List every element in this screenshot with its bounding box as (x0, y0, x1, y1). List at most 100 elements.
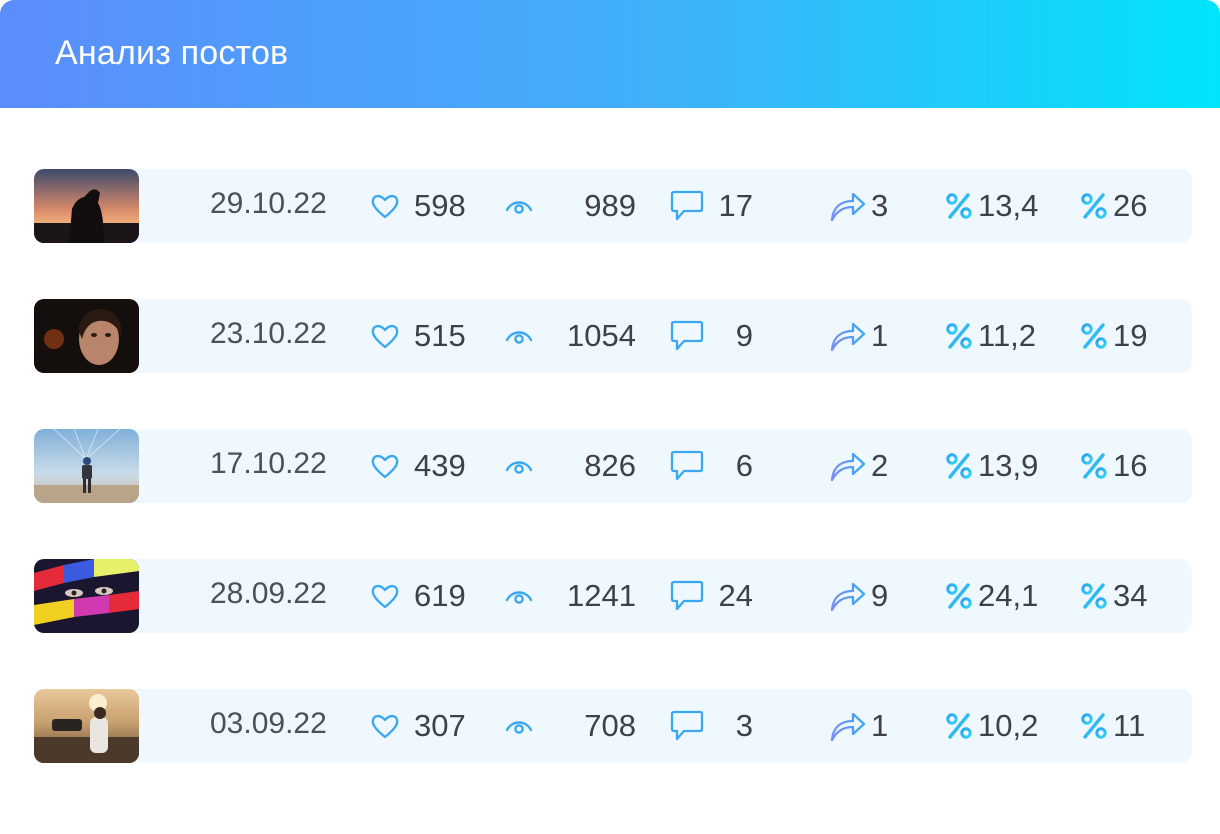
percent-icon (944, 711, 974, 741)
post-row[interactable]: 23.10.22 515 1054 9 1 11,2 19 (34, 299, 1192, 373)
shares-stat: 3 (829, 169, 888, 243)
post-row[interactable]: 17.10.22 439 826 6 2 13,9 16 (34, 429, 1192, 503)
heart-icon (370, 712, 400, 740)
likes-count: 439 (414, 448, 466, 483)
comment-icon (669, 579, 705, 613)
percent-icon (1079, 711, 1109, 741)
views-count: 1054 (567, 318, 636, 353)
views-count: 826 (584, 448, 636, 483)
comments-stat: 17 (669, 169, 759, 243)
eye-icon (504, 326, 536, 346)
comments-stat: 9 (669, 299, 759, 373)
comments-count: 24 (718, 578, 753, 613)
er-stat: 13,9 (944, 429, 1038, 503)
post-date: 17.10.22 (210, 447, 327, 480)
percent-icon (944, 191, 974, 221)
comments-count: 17 (718, 188, 753, 223)
shares-stat: 2 (829, 429, 888, 503)
views-count: 708 (584, 708, 636, 743)
posts-list: 29.10.22 598 989 17 3 13,4 26 23.10.22 51… (34, 169, 1192, 819)
likes-count: 619 (414, 578, 466, 613)
post-thumbnail[interactable] (34, 169, 139, 243)
er-stat: 11,2 (944, 299, 1036, 373)
likes-stat: 598 (370, 169, 466, 243)
err-value: 26 (1113, 188, 1148, 223)
views-stat: 989 (504, 169, 644, 243)
post-row[interactable]: 29.10.22 598 989 17 3 13,4 26 (34, 169, 1192, 243)
likes-stat: 619 (370, 559, 466, 633)
views-stat: 826 (504, 429, 644, 503)
err-value: 19 (1113, 318, 1148, 353)
err-stat: 16 (1079, 429, 1147, 503)
percent-icon (944, 581, 974, 611)
views-count: 989 (584, 188, 636, 223)
er-value: 10,2 (978, 708, 1039, 743)
percent-icon (944, 321, 974, 351)
share-icon (829, 189, 867, 223)
comments-count: 6 (735, 448, 753, 483)
eye-icon (504, 586, 536, 606)
views-stat: 1241 (504, 559, 644, 633)
likes-count: 598 (414, 188, 466, 223)
eye-icon (504, 196, 536, 216)
er-stat: 24,1 (944, 559, 1038, 633)
err-stat: 26 (1079, 169, 1147, 243)
views-count: 1241 (567, 578, 636, 613)
eye-icon (504, 716, 536, 736)
er-value: 11,2 (978, 318, 1037, 353)
er-value: 13,4 (978, 188, 1039, 223)
likes-count: 515 (414, 318, 466, 353)
header-bar: Анализ постов (0, 0, 1220, 108)
err-value: 34 (1113, 578, 1148, 613)
er-value: 13,9 (978, 448, 1039, 483)
shares-count: 1 (871, 708, 889, 743)
comments-stat: 3 (669, 689, 759, 763)
post-date: 23.10.22 (210, 317, 327, 350)
err-stat: 34 (1079, 559, 1147, 633)
shares-stat: 1 (829, 689, 888, 763)
views-stat: 1054 (504, 299, 644, 373)
comment-icon (669, 449, 705, 483)
heart-icon (370, 452, 400, 480)
shares-count: 3 (871, 188, 889, 223)
likes-stat: 515 (370, 299, 466, 373)
err-stat: 11 (1079, 689, 1145, 763)
comment-icon (669, 709, 705, 743)
comment-icon (669, 319, 705, 353)
heart-icon (370, 582, 400, 610)
views-stat: 708 (504, 689, 644, 763)
post-thumbnail[interactable] (34, 299, 139, 373)
comment-icon (669, 189, 705, 223)
share-icon (829, 319, 867, 353)
er-stat: 13,4 (944, 169, 1038, 243)
shares-count: 1 (871, 318, 889, 353)
post-row[interactable]: 03.09.22 307 708 3 1 10,2 11 (34, 689, 1192, 763)
percent-icon (1079, 321, 1109, 351)
post-thumbnail[interactable] (34, 429, 139, 503)
err-value: 11 (1113, 708, 1146, 743)
likes-stat: 439 (370, 429, 466, 503)
eye-icon (504, 456, 536, 476)
comments-stat: 6 (669, 429, 759, 503)
comments-count: 9 (735, 318, 753, 353)
percent-icon (944, 451, 974, 481)
percent-icon (1079, 581, 1109, 611)
post-date: 28.09.22 (210, 577, 327, 610)
heart-icon (370, 322, 400, 350)
share-icon (829, 449, 867, 483)
post-thumbnail[interactable] (34, 689, 139, 763)
comments-count: 3 (735, 708, 753, 743)
post-date: 03.09.22 (210, 707, 327, 740)
comments-stat: 24 (669, 559, 759, 633)
er-stat: 10,2 (944, 689, 1038, 763)
likes-stat: 307 (370, 689, 466, 763)
shares-stat: 1 (829, 299, 888, 373)
heart-icon (370, 192, 400, 220)
post-row[interactable]: 28.09.22 619 1241 24 9 24,1 34 (34, 559, 1192, 633)
er-value: 24,1 (978, 578, 1039, 613)
post-thumbnail[interactable] (34, 559, 139, 633)
shares-stat: 9 (829, 559, 888, 633)
percent-icon (1079, 191, 1109, 221)
post-date: 29.10.22 (210, 187, 327, 220)
percent-icon (1079, 451, 1109, 481)
